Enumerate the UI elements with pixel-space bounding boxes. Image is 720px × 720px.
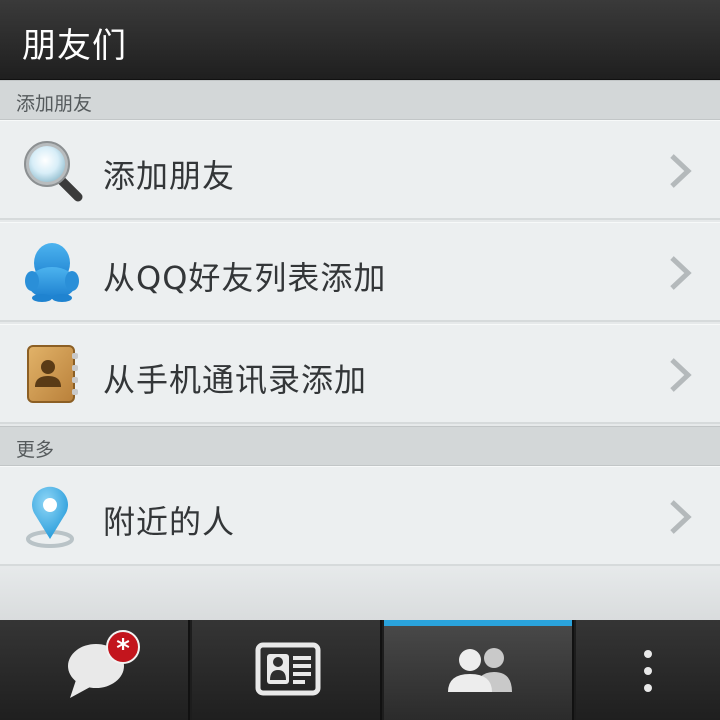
tab-contacts[interactable] <box>192 620 382 720</box>
list-item-label: 从手机通讯录添加 <box>103 361 368 399</box>
address-book-icon <box>22 343 82 405</box>
tab-bar: * <box>0 620 720 720</box>
list-item-label: 从QQ好友列表添加 <box>103 259 387 297</box>
title-bar: 朋友们 <box>0 0 720 80</box>
chevron-right-icon <box>668 153 692 189</box>
chevron-right-icon <box>668 499 692 535</box>
section-header-add-friends: 添加朋友 <box>0 80 720 120</box>
tab-chats[interactable]: * <box>0 620 190 720</box>
list-empty-area <box>0 568 720 620</box>
list-item-add-from-contacts[interactable]: 从手机通讯录添加 <box>0 324 720 424</box>
chevron-right-icon <box>668 255 692 291</box>
more-vertical-icon <box>644 650 652 692</box>
tab-friends[interactable] <box>384 620 574 720</box>
tab-more[interactable] <box>576 620 720 720</box>
contact-card-icon <box>255 642 321 696</box>
location-pin-icon <box>22 485 82 548</box>
section-header-more: 更多 <box>0 426 720 466</box>
active-tab-indicator <box>384 620 572 626</box>
list-item-add-from-qq[interactable]: 从QQ好友列表添加 <box>0 222 720 322</box>
unread-badge: * <box>106 630 140 664</box>
list-item-add-friends[interactable]: 添加朋友 <box>0 120 720 220</box>
list-item-label: 附近的人 <box>103 503 236 541</box>
section-header-label: 添加朋友 <box>16 93 93 115</box>
section-header-label: 更多 <box>16 439 55 461</box>
friends-icon <box>448 648 512 692</box>
list-item-nearby-people[interactable]: 附近的人 <box>0 466 720 566</box>
chevron-right-icon <box>668 357 692 393</box>
qq-penguin-icon <box>22 241 82 303</box>
list-item-label: 添加朋友 <box>103 157 236 195</box>
page-title: 朋友们 <box>22 26 127 66</box>
magnifier-icon <box>22 139 83 202</box>
